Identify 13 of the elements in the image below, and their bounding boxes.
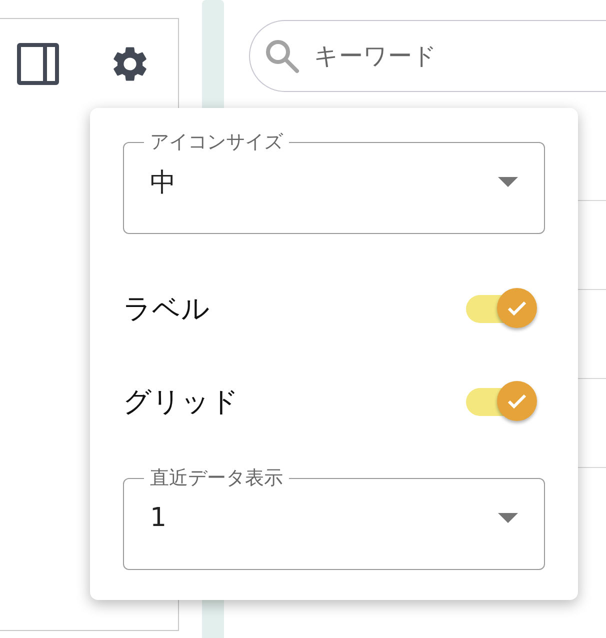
field-label: アイコンサイズ: [149, 130, 284, 154]
dropdown-field[interactable]: アイコンサイズ 中: [123, 130, 545, 234]
search-field[interactable]: キーワード: [249, 20, 606, 92]
dropdown-value: 中: [150, 166, 176, 200]
search-icon: [264, 38, 300, 74]
caret-icon: [498, 513, 518, 523]
dropdown-field[interactable]: 直近データ表示 1: [123, 466, 545, 570]
field-label: 直近データ表示: [149, 466, 284, 490]
switch-label: グリッド: [123, 384, 239, 420]
side-panel-icon[interactable]: [17, 43, 59, 85]
dropdown-value: 1: [150, 503, 167, 533]
caret-icon: [498, 177, 518, 187]
switch-label: ラベル: [123, 290, 210, 326]
